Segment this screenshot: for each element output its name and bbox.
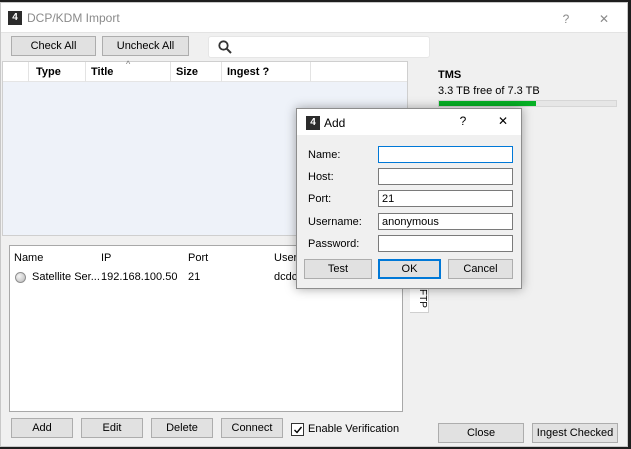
tms-free-space: 3.3 TB free of 7.3 TB [438, 85, 540, 97]
close-button[interactable]: Close [438, 423, 524, 443]
connect-button[interactable]: Connect [221, 418, 283, 438]
name-label: Name: [308, 149, 341, 161]
close-window-button[interactable]: ✕ [589, 9, 619, 29]
search-icon [218, 40, 232, 54]
add-server-button[interactable]: Add [11, 418, 73, 438]
help-button[interactable]: ? [551, 9, 581, 29]
server-name: Satellite Ser... [32, 271, 100, 283]
storage-usage-fill [439, 101, 537, 106]
server-ip: 192.168.100.50 [101, 271, 178, 283]
password-label: Password: [308, 238, 360, 250]
host-field[interactable] [378, 168, 513, 185]
port-label: Port: [308, 193, 332, 205]
column-header-ingest[interactable]: Ingest ? [227, 66, 269, 78]
column-header-size[interactable]: Size [176, 66, 198, 78]
dialog-close-button[interactable]: ✕ [493, 114, 513, 128]
add-server-dialog: 4 Add ? ✕ Name: Host: Port: 21 Username:… [296, 108, 522, 289]
window-title: DCP/KDM Import [27, 11, 120, 25]
column-header-title[interactable]: Title [91, 66, 113, 78]
connection-status-icon [15, 272, 26, 283]
column-header-port[interactable]: Port [188, 252, 208, 264]
ok-button[interactable]: OK [378, 259, 441, 279]
enable-verification-label: Enable Verification [308, 423, 400, 435]
sort-ascending-icon: ^ [126, 59, 131, 69]
column-header-user[interactable]: User [274, 252, 297, 264]
password-field[interactable] [378, 235, 513, 252]
search-input[interactable] [208, 36, 430, 58]
checkmark-icon [294, 426, 303, 434]
column-header-ip[interactable]: IP [101, 252, 111, 264]
host-label: Host: [308, 171, 334, 183]
column-header-name[interactable]: Name [14, 252, 43, 264]
storage-usage-bar [438, 100, 617, 107]
title-bar: 4 DCP/KDM Import ? ✕ [1, 3, 627, 33]
test-button[interactable]: Test [304, 259, 372, 279]
checkbox-box[interactable] [291, 423, 304, 436]
port-field[interactable]: 21 [378, 190, 513, 207]
app-icon: 4 [8, 11, 22, 25]
edit-server-button[interactable]: Edit [81, 418, 143, 438]
ingest-checked-button[interactable]: Ingest Checked [532, 423, 618, 443]
dialog-title-bar: 4 Add ? ✕ [297, 109, 521, 135]
cancel-button[interactable]: Cancel [448, 259, 513, 279]
dialog-app-icon: 4 [306, 116, 320, 130]
name-field[interactable] [378, 146, 513, 163]
delete-server-button[interactable]: Delete [151, 418, 213, 438]
username-field[interactable]: anonymous [378, 213, 513, 230]
column-header-type[interactable]: Type [36, 66, 61, 78]
tms-title: TMS [438, 69, 462, 81]
username-label: Username: [308, 216, 362, 228]
check-all-button[interactable]: Check All [11, 36, 96, 56]
tab-ftp-label: FTP [416, 289, 428, 308]
dialog-help-button[interactable]: ? [453, 114, 473, 128]
dialog-title: Add [324, 116, 346, 130]
server-user: dcdc [274, 271, 298, 283]
content-list-header: Type Title ^ Size Ingest ? [3, 59, 407, 82]
server-port: 21 [188, 271, 201, 283]
uncheck-all-button[interactable]: Uncheck All [102, 36, 189, 56]
